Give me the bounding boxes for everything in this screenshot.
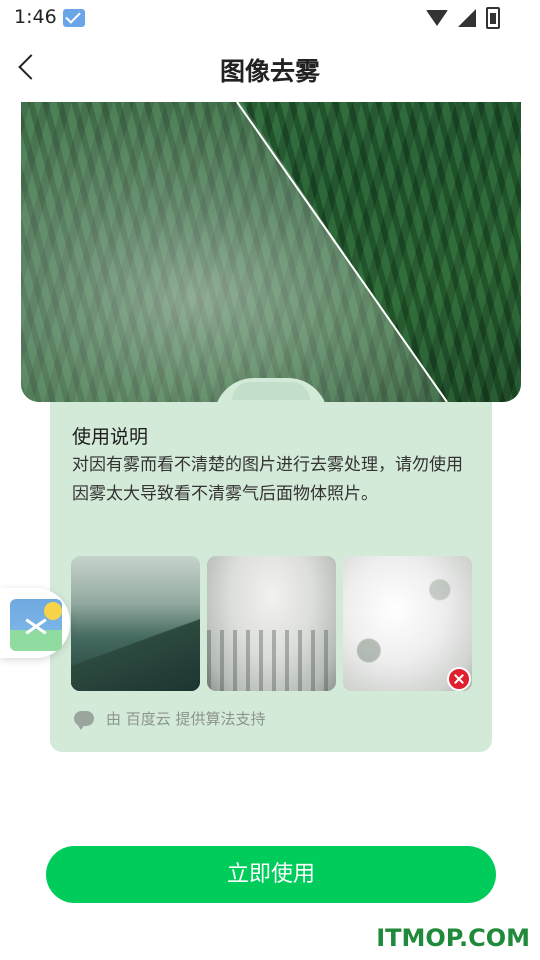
- instruction-description: 对因有雾而看不清楚的图片进行去雾处理，请勿使用因雾太大导致看不清雾气后面物体照片…: [72, 455, 463, 504]
- sample-image-light-fog: [71, 556, 200, 691]
- signal-icon: [458, 9, 476, 27]
- sample-images: [71, 556, 472, 691]
- sample-image-medium-fog: [207, 556, 336, 691]
- floating-gallery-button[interactable]: [0, 588, 70, 658]
- use-now-button[interactable]: 立即使用: [46, 846, 496, 903]
- gallery-sun: [44, 602, 62, 620]
- gallery-icon: [10, 599, 62, 651]
- battery-icon: [486, 7, 500, 29]
- app-header: 图像去雾: [0, 36, 540, 102]
- status-time: 1:46: [14, 6, 57, 28]
- status-bar: 1:46: [0, 0, 540, 36]
- hero-comparison-image: [21, 102, 521, 402]
- page-title: 图像去雾: [219, 57, 320, 86]
- credit-row: 由 百度云 提供算法支持: [74, 708, 266, 730]
- mail-icon: [63, 9, 85, 27]
- instruction-heading: 使用说明: [72, 426, 149, 448]
- chat-icon: [74, 711, 94, 730]
- system-icons: [426, 7, 500, 29]
- comparison-divider-line: [236, 102, 448, 402]
- watermark: ITMOP.COM: [376, 924, 530, 952]
- reject-icon: [447, 667, 471, 691]
- credit-text: 由 百度云 提供算法支持: [106, 710, 266, 728]
- card-tab-handle: [232, 382, 310, 400]
- wifi-icon: [426, 10, 448, 26]
